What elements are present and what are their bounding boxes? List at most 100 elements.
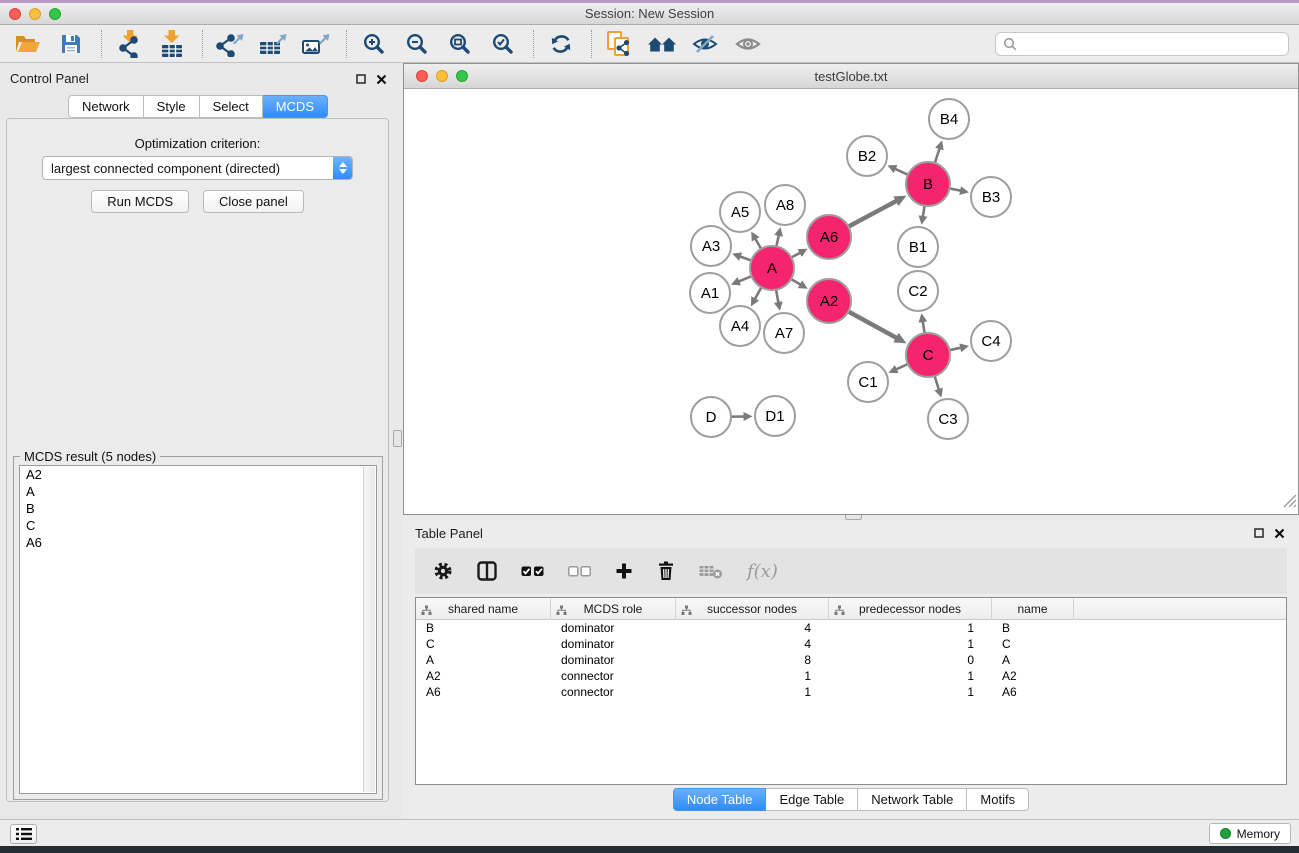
table-tab-node-table[interactable]: Node Table xyxy=(673,788,767,811)
table-cell[interactable]: A6 xyxy=(416,685,551,699)
control-panel-float-button[interactable] xyxy=(355,73,367,85)
graph-node-A2[interactable]: A2 xyxy=(807,279,851,323)
table-cell[interactable]: 0 xyxy=(829,653,992,667)
table-tab-motifs[interactable]: Motifs xyxy=(967,788,1029,811)
close-panel-button[interactable]: Close panel xyxy=(203,190,304,213)
edge-C-to-C2[interactable] xyxy=(923,322,925,334)
edge-B-to-B3[interactable] xyxy=(950,188,961,190)
table-cell[interactable]: 1 xyxy=(829,621,992,635)
open-session-button[interactable] xyxy=(8,29,48,59)
graph-node-A6[interactable]: A6 xyxy=(807,215,851,259)
table-cell[interactable]: 1 xyxy=(829,669,992,683)
graph-node-C[interactable]: C xyxy=(906,333,950,377)
import-network-button[interactable] xyxy=(109,29,149,59)
table-row[interactable]: Cdominator41C xyxy=(416,636,1286,652)
control-tab-mcds[interactable]: MCDS xyxy=(263,95,328,118)
column-header-MCDS-role[interactable]: MCDS role xyxy=(551,598,676,620)
control-tab-network[interactable]: Network xyxy=(68,95,144,118)
graph-node-A[interactable]: A xyxy=(750,246,794,290)
delete-row-button[interactable] xyxy=(657,561,675,581)
criterion-select[interactable]: largest connected component (directed) xyxy=(42,156,353,180)
task-history-button[interactable] xyxy=(10,824,37,844)
graph-node-D[interactable]: D xyxy=(691,397,731,437)
graph-node-C3[interactable]: C3 xyxy=(928,399,968,439)
mcds-result-list[interactable]: A2ABCA6 xyxy=(19,465,377,794)
table-cell[interactable]: 4 xyxy=(676,637,829,651)
edge-A2-to-C[interactable] xyxy=(848,312,896,338)
add-row-button[interactable] xyxy=(615,562,633,580)
deselect-all-button[interactable] xyxy=(568,566,591,577)
table-cell[interactable]: dominator xyxy=(551,653,676,667)
edge-A-to-A8[interactable] xyxy=(776,235,778,246)
export-network-button[interactable] xyxy=(210,29,250,59)
delete-table-button[interactable] xyxy=(699,563,723,579)
table-panel-float-button[interactable] xyxy=(1253,527,1265,539)
table-cell[interactable]: A6 xyxy=(992,685,1074,699)
table-cell[interactable]: A2 xyxy=(416,669,551,683)
table-cell[interactable]: 4 xyxy=(676,621,829,635)
table-cell[interactable]: A2 xyxy=(992,669,1074,683)
table-cell[interactable]: connector xyxy=(551,685,676,699)
table-cell[interactable]: B xyxy=(416,621,551,635)
graph-node-D1[interactable]: D1 xyxy=(755,396,795,436)
table-row[interactable]: A6connector11A6 xyxy=(416,684,1286,700)
edge-A-to-A5[interactable] xyxy=(755,239,761,249)
graph-node-C2[interactable]: C2 xyxy=(898,271,938,311)
table-cell[interactable]: C xyxy=(992,637,1074,651)
show-hide-details-button[interactable] xyxy=(728,29,768,59)
graph-node-A1[interactable]: A1 xyxy=(690,273,730,313)
graph-node-B1[interactable]: B1 xyxy=(898,227,938,267)
graph-node-B2[interactable]: B2 xyxy=(847,136,887,176)
table-cell[interactable]: C xyxy=(416,637,551,651)
table-cell[interactable]: connector xyxy=(551,669,676,683)
table-row[interactable]: A2connector11A2 xyxy=(416,668,1286,684)
graph-node-A7[interactable]: A7 xyxy=(764,313,804,353)
home-button[interactable] xyxy=(642,29,682,59)
table-tab-edge-table[interactable]: Edge Table xyxy=(766,788,858,811)
table-cell[interactable]: B xyxy=(992,621,1074,635)
table-tab-network-table[interactable]: Network Table xyxy=(858,788,967,811)
toggle-graphics-details-button[interactable] xyxy=(685,29,725,59)
table-cell[interactable]: A xyxy=(992,653,1074,667)
table-cell[interactable]: dominator xyxy=(551,637,676,651)
zoom-in-button[interactable] xyxy=(354,29,394,59)
graph-node-A3[interactable]: A3 xyxy=(691,226,731,266)
graph-node-A8[interactable]: A8 xyxy=(765,185,805,225)
control-tab-select[interactable]: Select xyxy=(200,95,263,118)
main-titlebar[interactable]: Session: New Session xyxy=(0,3,1299,25)
column-header-shared-name[interactable]: shared name xyxy=(416,598,551,620)
table-cell[interactable]: 1 xyxy=(829,637,992,651)
column-header-successor-nodes[interactable]: successor nodes xyxy=(676,598,829,620)
edge-B-to-B2[interactable] xyxy=(895,169,908,175)
run-mcds-button[interactable]: Run MCDS xyxy=(91,190,189,213)
memory-button[interactable]: Memory xyxy=(1209,823,1291,844)
table-cell[interactable]: 8 xyxy=(676,653,829,667)
export-table-button[interactable] xyxy=(253,29,293,59)
zoom-out-button[interactable] xyxy=(397,29,437,59)
function-builder-button[interactable]: f(x) xyxy=(747,561,778,582)
edge-A-to-A1[interactable] xyxy=(739,276,752,281)
edge-A-to-A6[interactable] xyxy=(791,253,800,258)
edge-A6-to-B[interactable] xyxy=(848,201,896,227)
edge-C-to-C1[interactable] xyxy=(896,364,908,369)
save-session-button[interactable] xyxy=(51,29,91,59)
graph-node-A5[interactable]: A5 xyxy=(720,192,760,232)
split-panel-button[interactable] xyxy=(477,561,497,581)
table-cell[interactable]: 1 xyxy=(676,685,829,699)
zoom-fit-button[interactable] xyxy=(440,29,480,59)
edge-B-to-B4[interactable] xyxy=(935,149,940,164)
mcds-list-scrollbar[interactable] xyxy=(363,467,375,792)
edge-A-to-A7[interactable] xyxy=(776,290,778,303)
edge-A-to-A2[interactable] xyxy=(791,279,800,285)
column-header-name[interactable]: name xyxy=(992,598,1074,620)
mcds-result-item[interactable]: A xyxy=(20,483,376,500)
window-resize-grip[interactable] xyxy=(1281,492,1297,513)
import-table-button[interactable] xyxy=(152,29,192,59)
table-row[interactable]: Adominator80A xyxy=(416,652,1286,668)
graph-node-C1[interactable]: C1 xyxy=(848,362,888,402)
table-panel-close-button[interactable] xyxy=(1273,527,1285,539)
table-cell[interactable]: 1 xyxy=(829,685,992,699)
control-tab-style[interactable]: Style xyxy=(144,95,200,118)
export-image-button[interactable] xyxy=(296,29,336,59)
mcds-result-item[interactable]: A6 xyxy=(20,534,376,551)
